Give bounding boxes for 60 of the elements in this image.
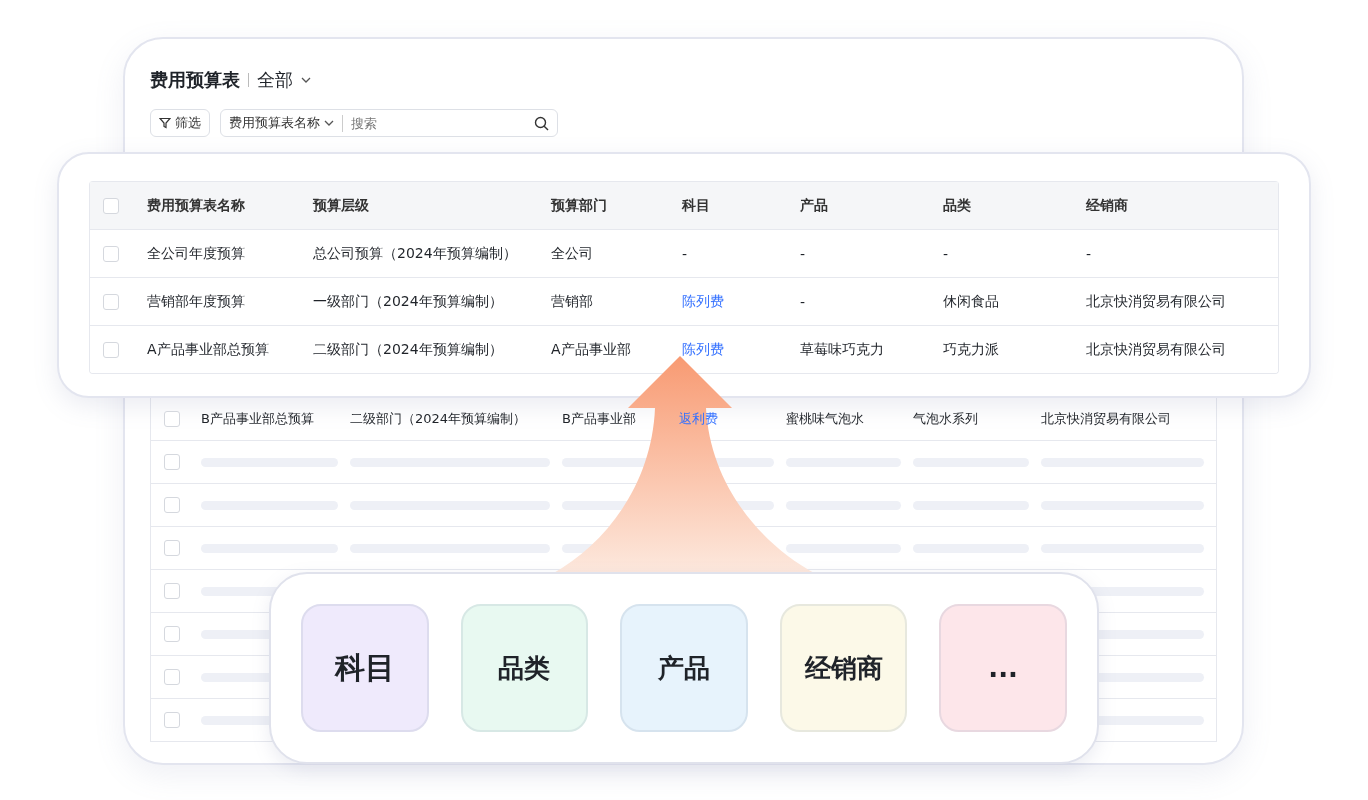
- checkbox[interactable]: [164, 540, 180, 556]
- table-cell: 气泡水系列: [913, 410, 978, 428]
- checkbox[interactable]: [164, 626, 180, 642]
- table-cell: -: [800, 245, 806, 262]
- checkbox[interactable]: [164, 669, 180, 685]
- table-cell: 二级部门（2024年预算编制）: [350, 410, 527, 428]
- dimension-tile: 经销商: [779, 604, 908, 732]
- column-header: 费用预算表名称: [147, 196, 246, 215]
- table-cell: 二级部门（2024年预算编制）: [313, 340, 503, 359]
- table-cell: 休闲食品: [943, 292, 999, 311]
- search-icon[interactable]: [534, 115, 549, 131]
- dimension-tile: 科目: [301, 604, 429, 732]
- table-cell: 北京快消贸易有限公司: [1086, 340, 1226, 359]
- checkbox[interactable]: [103, 197, 119, 214]
- column-header: 科目: [682, 196, 711, 215]
- checkbox[interactable]: [164, 497, 180, 513]
- checkbox[interactable]: [164, 411, 180, 427]
- field-select[interactable]: 费用预算表名称: [229, 114, 334, 132]
- table-cell: 营销部: [551, 292, 593, 311]
- table-cell: B产品事业部总预算: [201, 410, 314, 428]
- table-cell: 全公司年度预算: [147, 244, 245, 263]
- filter-button[interactable]: 筛选: [150, 109, 210, 137]
- table-cell: 草莓味巧克力: [800, 340, 884, 359]
- dimension-tile: 品类: [460, 604, 589, 732]
- column-header: 预算层级: [313, 196, 370, 215]
- checkbox[interactable]: [164, 712, 180, 728]
- table-cell: -: [943, 245, 949, 262]
- table-cell: 北京快消贸易有限公司: [1086, 292, 1226, 311]
- table-cell: 总公司预算（2024年预算编制）: [313, 244, 517, 263]
- table-cell: 北京快消贸易有限公司: [1041, 410, 1171, 428]
- table-cell: A产品事业部: [551, 340, 631, 359]
- table-cell: 巧克力派: [943, 340, 999, 359]
- filter-icon: [159, 117, 171, 129]
- table-cell: -: [1086, 245, 1092, 262]
- table-cell: 一级部门（2024年预算编制）: [313, 292, 503, 311]
- table-cell: -: [682, 245, 688, 262]
- checkbox[interactable]: [103, 293, 119, 310]
- column-header: 预算部门: [551, 196, 608, 215]
- page-title: 费用预算表: [150, 68, 240, 92]
- column-header: 产品: [800, 196, 829, 215]
- search-field[interactable]: 费用预算表名称 搜索: [220, 109, 558, 137]
- table-cell: 全公司: [551, 244, 593, 263]
- column-header: 品类: [943, 196, 972, 215]
- table-cell: A产品事业部总预算: [147, 340, 269, 359]
- link[interactable]: 陈列费: [682, 292, 724, 311]
- dimension-tile: ...: [939, 604, 1067, 732]
- link[interactable]: 陈列费: [682, 340, 724, 359]
- table-cell: 蜜桃味气泡水: [786, 410, 864, 428]
- caret-icon: [301, 77, 311, 83]
- checkbox[interactable]: [164, 583, 180, 599]
- checkbox[interactable]: [103, 245, 119, 262]
- checkbox[interactable]: [164, 454, 180, 470]
- scope-selector[interactable]: 全部: [257, 68, 293, 92]
- table-cell: 营销部年度预算: [147, 292, 245, 311]
- column-header: 经销商: [1086, 196, 1129, 215]
- table-cell: B产品事业部: [562, 410, 636, 428]
- dimension-tile: 产品: [620, 604, 748, 732]
- caret-icon: [324, 120, 334, 126]
- checkbox[interactable]: [103, 341, 119, 358]
- table-cell: -: [800, 293, 806, 310]
